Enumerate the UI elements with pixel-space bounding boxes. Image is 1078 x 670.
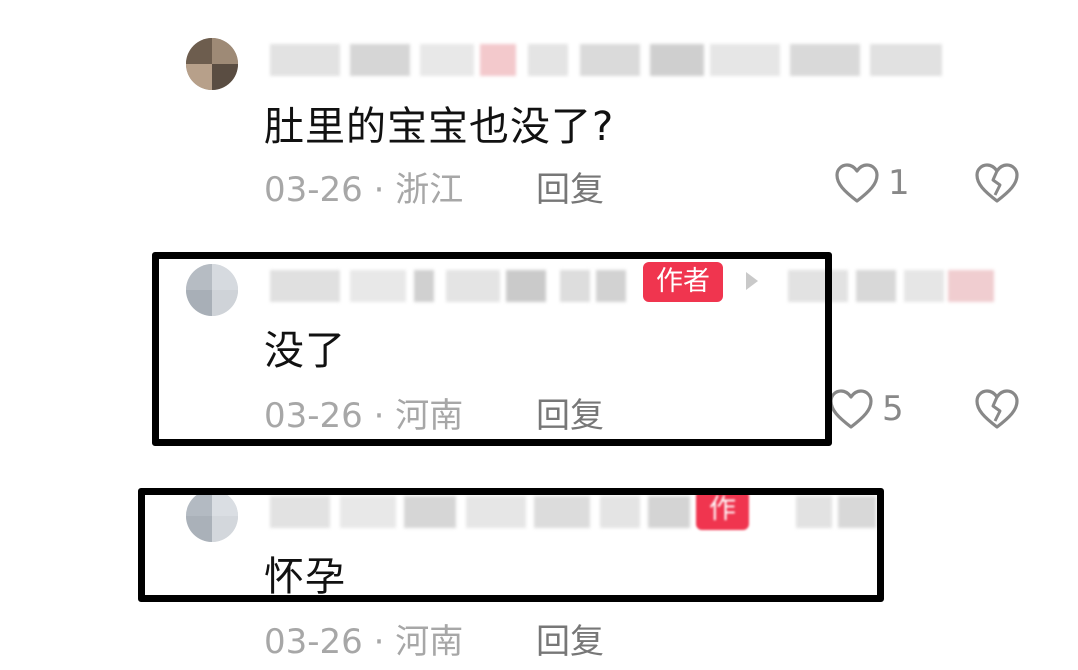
like-button[interactable]: 5: [828, 388, 904, 430]
highlight-box: [138, 488, 884, 602]
meta-separator: ·: [373, 622, 385, 662]
like-count: 5: [882, 389, 904, 429]
comment-location: 浙江: [395, 170, 464, 210]
broken-heart-icon[interactable]: [974, 162, 1020, 204]
avatar[interactable]: [186, 38, 238, 90]
heart-outline-icon: [835, 163, 879, 203]
comment-text: 肚里的宝宝也没了?: [264, 104, 615, 150]
highlight-box: [152, 252, 832, 446]
comment-location: 河南: [395, 622, 464, 662]
heart-outline-icon: [829, 389, 873, 429]
username-blurred[interactable]: [270, 40, 942, 80]
broken-heart-icon[interactable]: [974, 388, 1020, 430]
comment-date: 03-26: [264, 170, 363, 210]
like-count: 1: [888, 163, 910, 203]
comment-meta: 03-26 · 河南: [264, 614, 463, 663]
meta-separator: ·: [373, 170, 385, 210]
reply-button[interactable]: 回复: [536, 162, 604, 211]
comment-date: 03-26: [264, 622, 363, 662]
comment-meta: 03-26 · 浙江: [264, 162, 463, 211]
reply-button[interactable]: 回复: [536, 614, 604, 663]
like-button[interactable]: 1: [834, 162, 910, 204]
